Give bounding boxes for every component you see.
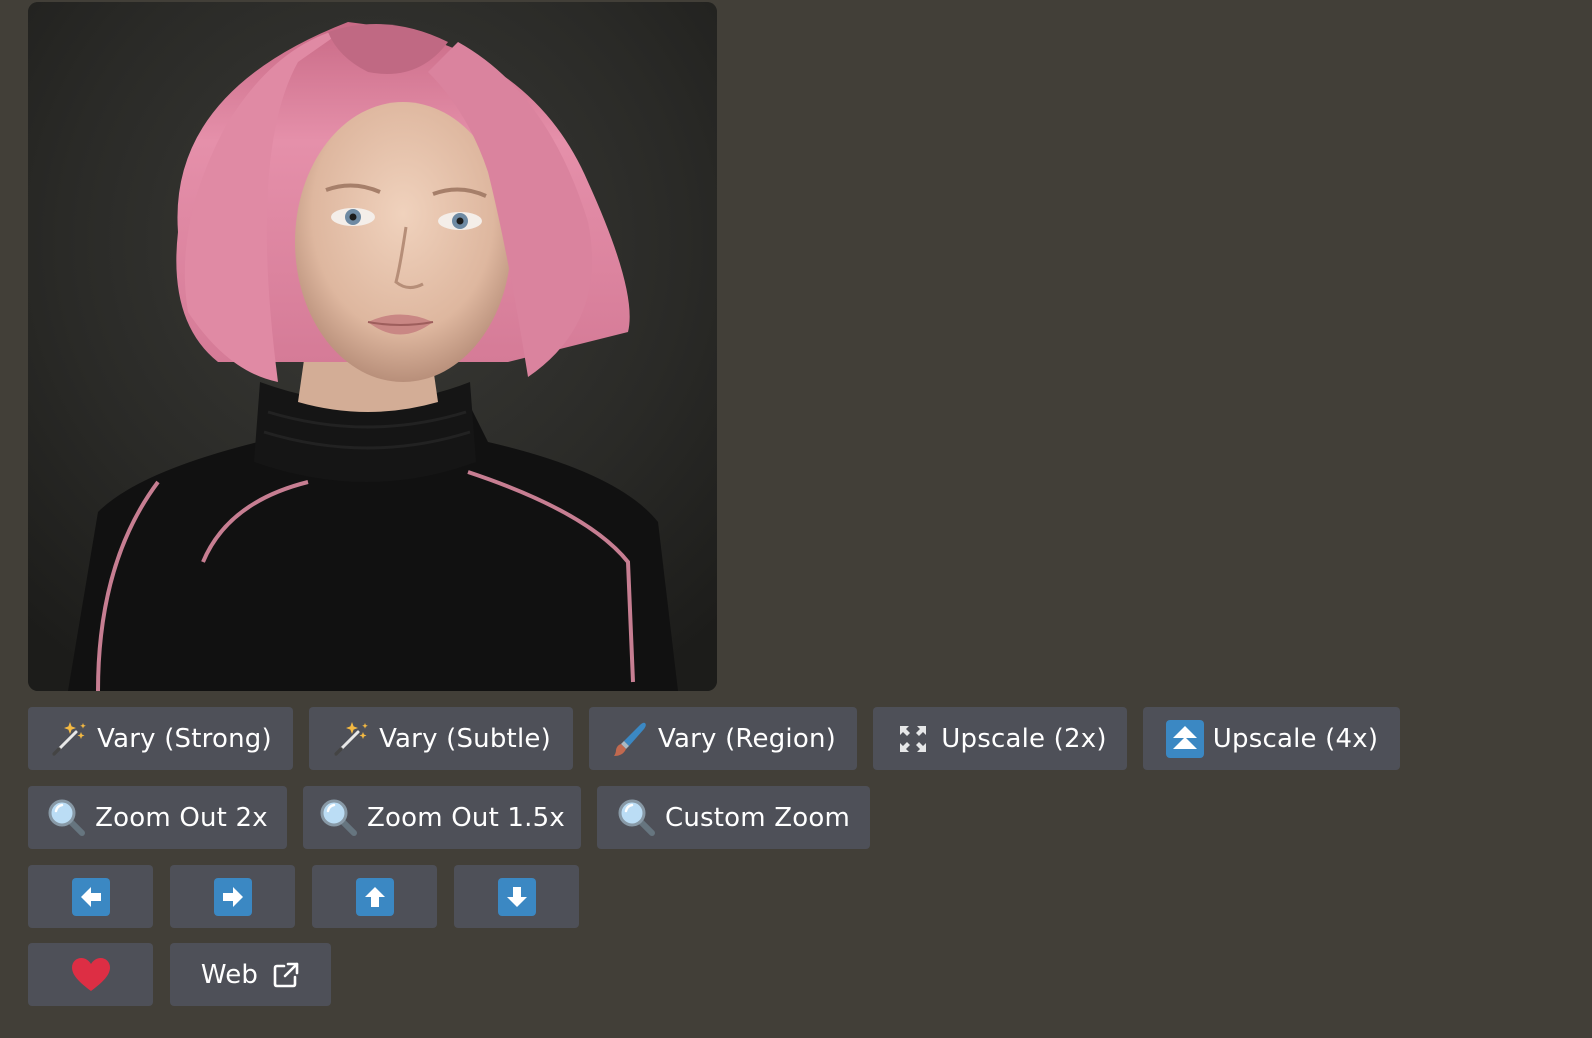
zoom-out-2x-label: Zoom Out 2x [95, 802, 268, 833]
arrow-left-icon [71, 877, 110, 916]
arrow-up-icon [355, 877, 394, 916]
web-label: Web [200, 959, 259, 990]
upscale-4x-button[interactable]: Upscale (4x) [1143, 707, 1400, 770]
expand-arrows-icon [893, 719, 933, 759]
custom-zoom-label: Custom Zoom [664, 802, 851, 833]
pan-down-button[interactable] [454, 865, 579, 928]
custom-zoom-button[interactable]: Custom Zoom [597, 786, 870, 849]
message-container: Vary (Strong) Vary (Subtle) Vary (Region… [0, 0, 1592, 1038]
pan-up-button[interactable] [312, 865, 437, 928]
double-up-arrow-icon [1165, 719, 1205, 759]
upscale-2x-button[interactable]: Upscale (2x) [873, 707, 1127, 770]
arrow-right-icon [213, 877, 252, 916]
vary-subtle-label: Vary (Subtle) [379, 723, 551, 754]
vary-region-button[interactable]: Vary (Region) [589, 707, 857, 770]
zoom-out-1-5x-button[interactable]: Zoom Out 1.5x [303, 786, 581, 849]
generated-image[interactable] [28, 2, 717, 691]
magic-wand-icon [49, 719, 89, 759]
pan-left-button[interactable] [28, 865, 153, 928]
external-link-icon [272, 961, 300, 989]
magnifier-icon [319, 798, 359, 838]
heart-icon [71, 955, 111, 995]
magnifier-icon [617, 798, 657, 838]
zoom-out-2x-button[interactable]: Zoom Out 2x [28, 786, 287, 849]
magnifier-icon [47, 798, 87, 838]
zoom-out-1-5x-label: Zoom Out 1.5x [367, 802, 565, 833]
upscale-2x-label: Upscale (2x) [941, 723, 1107, 754]
vary-subtle-button[interactable]: Vary (Subtle) [309, 707, 573, 770]
favorite-button[interactable] [28, 943, 153, 1006]
vary-strong-button[interactable]: Vary (Strong) [28, 707, 293, 770]
web-link-button[interactable]: Web [170, 943, 331, 1006]
portrait-illustration [28, 2, 717, 691]
magic-wand-icon [331, 719, 371, 759]
upscale-4x-label: Upscale (4x) [1212, 723, 1379, 754]
arrow-down-icon [497, 877, 536, 916]
vary-region-label: Vary (Region) [658, 723, 836, 754]
paintbrush-icon [610, 719, 650, 759]
pan-right-button[interactable] [170, 865, 295, 928]
vary-strong-label: Vary (Strong) [97, 723, 272, 754]
